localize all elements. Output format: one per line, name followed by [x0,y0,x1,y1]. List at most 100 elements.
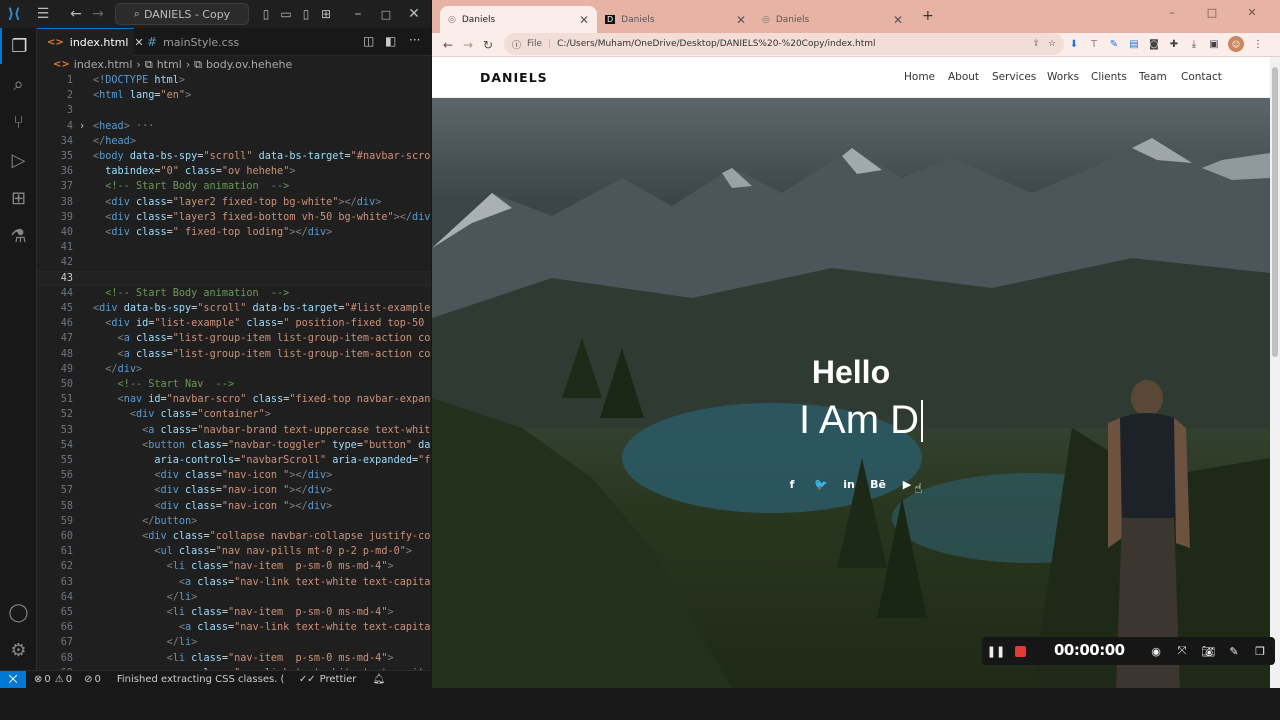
code-editor[interactable]: 1 <!DOCTYPE html> 2 <html lang="en"> 3 4 <head… [37,73,431,670]
extension-doc-icon[interactable]: ▤ [1126,36,1142,52]
minimize-icon[interactable]: – [1152,0,1192,24]
code-line[interactable]: 38 <div class="layer2 fixed-top bg-white… [37,195,431,210]
profile-avatar[interactable]: ☺ [1228,36,1244,52]
tab-mainstyle-css[interactable]: # mainStyle.css [137,28,247,56]
forward-icon[interactable]: → [88,0,108,28]
code-line[interactable]: 67 </li> [37,635,431,650]
back-icon[interactable]: ← [66,0,86,28]
close-tab-icon[interactable]: ✕ [736,13,746,27]
extension-pen-icon[interactable]: ✎ [1106,36,1122,52]
new-tab-button[interactable]: + [922,8,934,24]
extensions-puzzle-icon[interactable]: ✚ [1166,36,1182,52]
twitter-icon[interactable]: 🐦 [811,474,831,494]
code-line[interactable]: 50 <!-- Start Nav --> [37,377,431,392]
minimize-icon[interactable]: – [344,0,372,28]
minimize-recorder-icon[interactable]: ❐ [1250,641,1270,661]
open-preview-icon[interactable]: ◫ [363,34,374,48]
code-line[interactable]: 49 </div> [37,362,431,377]
code-line[interactable]: 43 [37,270,431,286]
share-icon[interactable]: ⇪ [1032,39,1040,49]
code-line[interactable]: 56 <div class="nav-icon "></div> [37,468,431,483]
toggle-secondary-sidebar-icon[interactable]: ▯ [298,0,314,28]
prettier-status[interactable]: Prettier [320,674,357,685]
extensions-icon[interactable]: ⊞ [0,180,37,216]
nav-link-works[interactable]: Works [1047,71,1079,83]
run-debug-icon[interactable]: ▷ [0,142,37,178]
draw-pen-icon[interactable]: ✎ [1224,641,1244,661]
close-tab-icon[interactable]: ✕ [579,13,589,27]
chrome-menu-icon[interactable]: ⋮ [1250,36,1266,52]
nav-link-home[interactable]: Home [904,71,935,83]
code-line[interactable]: 34 </head> [37,134,431,149]
explorer-icon[interactable]: ❐ [0,28,37,64]
behance-icon[interactable]: Bē [868,474,888,494]
nav-link-services[interactable]: Services [992,71,1036,83]
nav-link-about[interactable]: About [948,71,979,83]
downloads-icon[interactable]: ⤓ [1186,36,1202,52]
code-line[interactable]: 60 <div class="collapse navbar-collapse … [37,529,431,544]
errors-icon[interactable]: ⊗ [34,674,42,685]
extension-translate-icon[interactable]: T [1086,36,1102,52]
source-control-icon[interactable]: ⑂ [0,104,37,140]
code-line[interactable]: 39 <div class="layer3 fixed-bottom vh-50… [37,210,431,225]
code-line[interactable]: 66 <a class="nav-link text-white text-ca… [37,620,431,635]
close-icon[interactable]: ✕ [1232,0,1272,24]
command-center-search[interactable]: ⌕ DANIELS - Copy [115,3,249,25]
search-icon[interactable]: ⌕ [0,66,37,102]
code-line[interactable]: 65 <li class="nav-item p-sm-0 ms-md-4"> [37,605,431,620]
code-line[interactable]: 46 <div id="list-example" class=" positi… [37,316,431,331]
code-line[interactable]: 4 <head> ··· › [37,119,431,134]
code-line[interactable]: 2 <html lang="en"> [37,88,431,103]
code-line[interactable]: 51 <nav id="navbar-scro" class="fixed-to… [37,392,431,407]
code-line[interactable]: 44 <!-- Start Body animation --> [37,286,431,301]
nav-link-contact[interactable]: Contact [1181,71,1222,83]
code-line[interactable]: 42 [37,255,431,270]
code-line[interactable]: 59 </button> [37,514,431,529]
forward-icon[interactable]: → [458,35,478,55]
linkedin-icon[interactable]: in [839,474,859,494]
ports-icon[interactable]: ⊘ [84,674,92,685]
code-line[interactable]: 58 <div class="nav-icon "></div> [37,499,431,514]
code-line[interactable]: 62 <li class="nav-item p-sm-0 ms-md-4"> [37,559,431,574]
code-line[interactable]: 53 <a class="navbar-brand text-uppercase… [37,423,431,438]
code-line[interactable]: 47 <a class="list-group-item list-group-… [37,331,431,346]
code-line[interactable]: 52 <div class="container"> [37,407,431,422]
browser-tab[interactable]: ◎ Daniels ✕ [754,6,911,33]
code-line[interactable]: 1 <!DOCTYPE html> [37,73,431,88]
back-icon[interactable]: ← [438,35,458,55]
close-tab-icon[interactable]: ✕ [893,13,903,27]
code-line[interactable]: 48 <a class="list-group-item list-group-… [37,347,431,362]
scrollbar-thumb[interactable] [1272,67,1278,357]
remote-indicator-icon[interactable]: ⨉ [0,670,26,688]
code-line[interactable]: 35 <body data-bs-spy="scroll" data-bs-tar… [37,149,431,164]
breadcrumb-item[interactable]: index.html [74,58,133,71]
webcam-icon[interactable]: ◉ [1146,641,1166,661]
bookmark-star-icon[interactable]: ☆ [1048,39,1056,49]
code-line[interactable]: 54 <button class="navbar-toggler" type="… [37,438,431,453]
browser-tab[interactable]: D Daniels ✕ [597,6,754,33]
maximize-icon[interactable]: □ [1192,0,1232,24]
side-panel-icon[interactable]: ▣ [1206,36,1222,52]
reload-icon[interactable]: ↻ [478,35,498,55]
facebook-icon[interactable]: f [782,474,802,494]
toggle-sidebar-icon[interactable]: ▯ [258,0,274,28]
code-line[interactable]: 63 <a class="nav-link text-white text-ca… [37,575,431,590]
code-line[interactable]: 61 <ul class="nav nav-pills mt-0 p-2 p-m… [37,544,431,559]
code-line[interactable]: 68 <li class="nav-item p-sm-0 ms-md-4"> [37,651,431,666]
code-line[interactable]: 37 <!-- Start Body animation --> [37,179,431,194]
settings-gear-icon[interactable]: ⚙ [0,632,37,668]
customize-layout-icon[interactable]: ⊞ [318,0,334,28]
screenshot-camera-icon[interactable]: 📷︎ [1198,641,1218,661]
nav-link-team[interactable]: Team [1139,71,1167,83]
stop-record-icon[interactable] [1010,641,1030,661]
nav-link-clients[interactable]: Clients [1091,71,1127,83]
browser-tab-active[interactable]: ◎ Daniels ✕ [440,6,597,33]
code-line[interactable]: 40 <div class=" fixed-top loding"></div> [37,225,431,240]
testing-icon[interactable]: ⚗ [0,218,37,254]
notifications-bell-icon[interactable]: 🔔︎ [372,674,385,685]
maximize-icon[interactable]: □ [372,0,400,28]
code-line[interactable]: 3 [37,103,431,118]
fold-chevron-icon[interactable]: › [79,121,85,132]
code-line[interactable]: 64 </li> [37,590,431,605]
breadcrumb-item[interactable]: body.ov.hehehe [206,58,292,71]
